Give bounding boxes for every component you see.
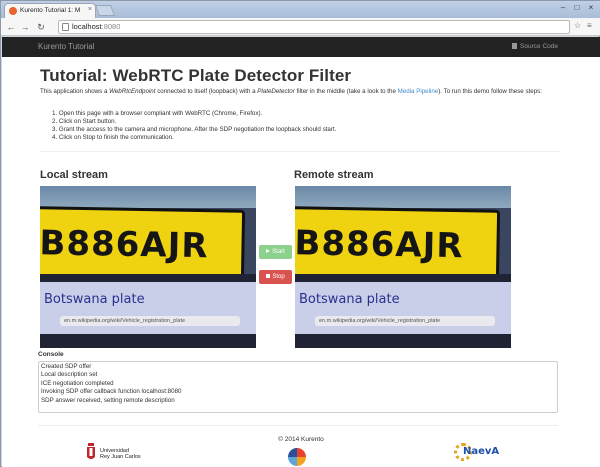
phone-display: Botswana plate en.m.wikipedia.org/wiki/V…	[40, 282, 256, 334]
start-button[interactable]: Start	[259, 245, 292, 259]
page-title: Tutorial: WebRTC Plate Detector Filter	[40, 66, 352, 85]
kurento-favicon-icon	[9, 7, 17, 15]
media-pipeline-link[interactable]: Media Pipeline	[398, 88, 439, 95]
menu-icon[interactable]: ≡	[587, 21, 592, 30]
local-video[interactable]: B886AJR Botswana plate en.m.wikipedia.or…	[40, 186, 256, 348]
tab-bar: Kurento Tutorial 1: M × – □ ×	[1, 1, 600, 18]
minimize-icon[interactable]: –	[556, 3, 570, 14]
page-icon	[62, 23, 69, 31]
intro-emphasis: PlateDetector	[257, 88, 295, 95]
plate-caption: Botswana plate	[44, 292, 145, 307]
browser-window: Kurento Tutorial 1: M × – □ × ← → ↻ loca…	[0, 0, 600, 467]
remote-video[interactable]: B886AJR Botswana plate en.m.wikipedia.or…	[295, 186, 511, 348]
url-port: :8080	[101, 22, 121, 31]
forward-icon[interactable]: →	[19, 21, 31, 33]
stop-button[interactable]: Stop	[259, 270, 292, 284]
plate-number: B886AJR	[295, 223, 464, 267]
console-label: Console	[38, 351, 64, 358]
naeva-name: NaevA	[463, 446, 500, 457]
console-line: Local description set	[41, 371, 98, 379]
video-background	[40, 186, 256, 208]
web-page: Kurento Tutorial Source Code Tutorial: W…	[2, 37, 600, 467]
naeva-logo: NaevA	[454, 441, 504, 465]
intro-text: connected to itself (loopback) with a	[155, 88, 258, 95]
intro-text: ). To run this demo follow these steps:	[438, 88, 542, 95]
browser-toolbar: ← → ↻ localhost:8080 ☆ ≡	[1, 18, 600, 36]
urjc-line: Rey Juan Carlos	[100, 454, 141, 460]
step-item: 4. Click on Stop to finish the communica…	[52, 134, 174, 141]
console-line: Created SDP offer	[41, 363, 92, 370]
stop-label: Stop	[272, 274, 285, 280]
stop-icon	[266, 274, 271, 278]
file-icon	[512, 43, 518, 49]
urjc-crest-icon	[87, 443, 95, 459]
steps-list: 1. Open this page with a browser complia…	[52, 110, 336, 142]
top-navbar: Kurento Tutorial Source Code	[2, 37, 600, 57]
step-item: 3. Grant the access to the camera and mi…	[52, 126, 337, 133]
plate-number: B886AJR	[40, 223, 209, 267]
back-icon[interactable]: ←	[5, 21, 17, 33]
play-icon	[266, 249, 271, 253]
start-label: Start	[272, 249, 285, 255]
browser-tab[interactable]: Kurento Tutorial 1: M ×	[4, 3, 96, 18]
navbar-brand[interactable]: Kurento Tutorial	[38, 42, 94, 51]
step-item: 1. Open this page with a browser complia…	[52, 110, 263, 117]
address-bar[interactable]: localhost:8080	[58, 20, 570, 34]
source-code-link[interactable]: Source Code	[512, 43, 558, 50]
video-background	[295, 186, 511, 208]
kurento-logo-icon	[288, 448, 306, 466]
intro-emphasis: WebRtcEndpoint	[109, 88, 156, 95]
intro-text: filter in the middle (take a look to the	[294, 88, 398, 95]
local-stream-title: Local stream	[40, 169, 108, 181]
console-box[interactable]: Created SDP offer Local description set …	[38, 361, 558, 413]
phone-url: en.m.wikipedia.org/wiki/Vehicle_registra…	[60, 316, 240, 326]
source-code-label: Source Code	[520, 43, 558, 50]
console-line: ICE negotiation completed	[41, 379, 114, 387]
maximize-icon[interactable]: □	[570, 3, 584, 14]
phone-screen: Botswana plate en.m.wikipedia.org/wiki/V…	[295, 274, 511, 348]
tab-close-icon[interactable]: ×	[88, 6, 92, 13]
divider	[40, 151, 560, 152]
phone-screen: Botswana plate en.m.wikipedia.org/wiki/V…	[40, 274, 256, 348]
plate-caption: Botswana plate	[299, 292, 400, 307]
step-item: 2. Click on Start button.	[52, 118, 117, 125]
phone-display: Botswana plate en.m.wikipedia.org/wiki/V…	[295, 282, 511, 334]
new-tab-button[interactable]	[94, 5, 116, 16]
copyright: © 2014 Kurento	[278, 436, 324, 443]
remote-stream-title: Remote stream	[294, 169, 374, 181]
reload-icon[interactable]: ↻	[35, 21, 47, 33]
console-line: SDP answer received, setting remote desc…	[41, 396, 175, 404]
divider	[38, 425, 558, 426]
phone-url: en.m.wikipedia.org/wiki/Vehicle_registra…	[315, 316, 495, 326]
close-window-icon[interactable]: ×	[584, 3, 598, 14]
url-host: localhost	[72, 22, 102, 31]
console-line: Invoking SDP offer callback function loc…	[41, 388, 182, 396]
intro-paragraph: This application shows a WebRtcEndpoint …	[40, 88, 565, 96]
urjc-name: Universidad Rey Juan Carlos	[100, 448, 141, 460]
bookmark-star-icon[interactable]: ☆	[574, 21, 581, 30]
intro-text: This application shows a	[40, 88, 110, 95]
tab-title: Kurento Tutorial 1: M	[20, 7, 81, 14]
